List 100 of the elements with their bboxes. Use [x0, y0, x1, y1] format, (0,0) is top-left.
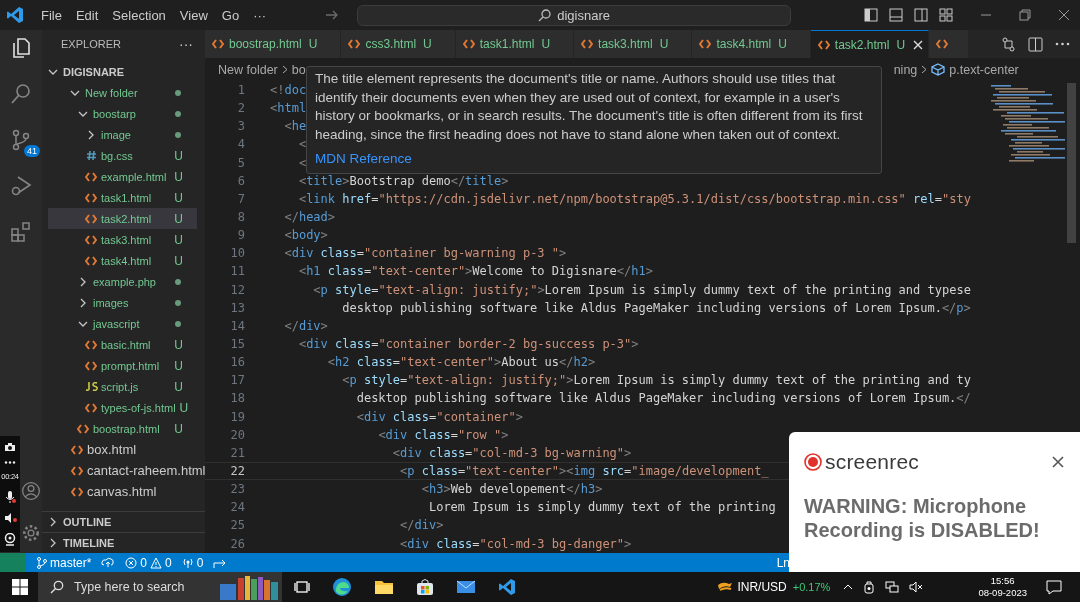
- code-line: <: [297, 155, 307, 170]
- git-status: U: [541, 37, 551, 51]
- command-center[interactable]: digisnare: [357, 4, 792, 26]
- ports-status[interactable]: 0: [181, 555, 204, 570]
- git-status: U: [174, 253, 183, 268]
- menu-item[interactable]: Go: [214, 7, 247, 23]
- tree-item[interactable]: cantact-raheem.html: [42, 460, 205, 481]
- git-status: U: [174, 337, 183, 352]
- code-line: desktop publishing software like Aldus PageMaker including versions of Lorem Ipsum.</p>: [341, 300, 971, 315]
- line-number: 10: [229, 246, 245, 261]
- tree-item[interactable]: boostarp: [48, 103, 197, 124]
- breadcrumb-item[interactable]: ning: [893, 62, 918, 77]
- code-line: <h1 class="text-center">Welcome to Digisnare</h1>: [297, 264, 653, 279]
- line-number: 1: [236, 83, 245, 98]
- tree-item[interactable]: bg.css U: [48, 145, 197, 166]
- line-number: 20: [229, 427, 245, 442]
- line-number: 17: [229, 373, 245, 388]
- editor-tab[interactable]: task1.html U: [455, 30, 575, 58]
- tree-item[interactable]: image: [48, 124, 197, 145]
- code-line: Lorem Ipsum is simply dummy text of the printing: [427, 500, 776, 515]
- count-badge: 41: [24, 145, 40, 157]
- breadcrumb-item[interactable]: New folder: [218, 62, 278, 77]
- tooltip-text: The title element represents the document's title or name. Authors should use titles that identify their documents even when they are used out of context, for example in a user's history or bookmarks, or in search results. The document's title is often different from its first heading, since the first heading does not have to stand alone when taken out of context.: [315, 70, 864, 144]
- line-number: 4: [236, 137, 245, 152]
- problems-status[interactable]: 0 0: [125, 555, 172, 570]
- menu-item[interactable]: Selection: [105, 7, 173, 23]
- git-status: U: [423, 37, 432, 51]
- tree-item[interactable]: DIGISNARE: [42, 61, 205, 82]
- brand-name: screenrec: [825, 450, 919, 474]
- tree-item[interactable]: box.html: [42, 439, 205, 460]
- breadcrumb-item[interactable]: bo: [291, 62, 306, 77]
- git-status: U: [174, 358, 183, 373]
- code-line: <div class="container bg-warning p-3 ">: [283, 246, 567, 261]
- menu-item[interactable]: File: [34, 7, 69, 23]
- git-status: U: [174, 379, 183, 394]
- git-status: U: [174, 190, 183, 205]
- section-header[interactable]: OUTLINE: [42, 511, 205, 532]
- code-line: <body>: [283, 228, 328, 243]
- tree-item[interactable]: New folder: [48, 82, 197, 103]
- tree-item[interactable]: example.html U: [48, 166, 197, 187]
- warning-message: WARNING: Microphone Recording is DISABLED!: [804, 494, 1041, 542]
- line-number: 21: [229, 445, 245, 460]
- tree-item[interactable]: task3.html U: [48, 229, 197, 250]
- menu-item[interactable]: View: [172, 7, 215, 23]
- code-line: <p style="text-align: justify;">Lorem Ipsum is simply dummy text of the printing and ty: [341, 373, 971, 388]
- menu-item[interactable]: ···: [246, 7, 274, 23]
- tree-item[interactable]: task2.html U: [48, 208, 197, 229]
- line-number: 24: [229, 500, 245, 515]
- git-status: U: [179, 400, 189, 415]
- tree-item[interactable]: example.php: [48, 271, 197, 292]
- branch-status[interactable]: master*: [36, 555, 92, 570]
- tree-item[interactable]: types-of-js.html U: [48, 397, 197, 418]
- code-line: <h3>Web developement</h3>: [420, 482, 603, 497]
- git-status: U: [174, 169, 183, 184]
- line-number: 16: [229, 355, 245, 370]
- tree-item[interactable]: script.js U: [48, 376, 197, 397]
- line-number: 13: [229, 300, 245, 315]
- code-line: <link href="https://cdn.jsdelivr.net/npm/bootstrap@5.3.1/dist/css/bootstrap.min.css" rel="sty: [297, 191, 971, 206]
- code-line: <div class="row ">: [377, 427, 509, 442]
- editor-tab[interactable]: task3.html U: [574, 30, 693, 58]
- tree-item[interactable]: images: [48, 292, 197, 313]
- editor-tab[interactable]: task2.html U: [810, 30, 930, 58]
- tree-item[interactable]: basic.html U: [48, 334, 197, 355]
- ticker-change: +0.17%: [792, 581, 831, 593]
- code-line: <html: [270, 101, 307, 116]
- menu-item[interactable]: Edit: [68, 7, 106, 23]
- tree-item[interactable]: boostrap.html U: [48, 418, 197, 439]
- cursor-position[interactable]: Ln: [776, 555, 790, 570]
- editor-tab[interactable]: css3.html U: [341, 30, 456, 58]
- git-status: U: [659, 37, 669, 51]
- code-line: <: [297, 137, 307, 152]
- tree-item[interactable]: javascript: [48, 313, 197, 334]
- line-number: 8: [236, 210, 245, 225]
- tree-item[interactable]: task4.html U: [48, 250, 197, 271]
- clock[interactable]: 15:56 08-09-2023: [978, 575, 1027, 599]
- git-status: U: [308, 37, 318, 51]
- code-line: </div>: [399, 518, 444, 533]
- code-line: <h2 class="text-center">About us</h2>: [326, 355, 596, 370]
- code-line: <div class="col-md-3 bg-danger">: [399, 536, 632, 551]
- taskbar-search-field[interactable]: Type here to search: [38, 572, 282, 602]
- breadcrumb-item[interactable]: p.text-center: [949, 62, 1019, 77]
- code-line: <p style="text-align: justify;">Lorem Ipsum is simply dummy text of the printing and typese: [312, 282, 971, 297]
- code-line: </div>: [283, 318, 328, 333]
- tree-item[interactable]: canvas.html: [42, 481, 205, 502]
- line-number: 22: [229, 464, 245, 478]
- git-status: U: [174, 211, 183, 226]
- editor-tab[interactable]: task4.html U: [692, 30, 811, 58]
- ticker-label[interactable]: INR/USD: [737, 580, 787, 594]
- reference-link[interactable]: MDN Reference: [315, 151, 412, 166]
- tree-item[interactable]: prompt.html U: [48, 355, 197, 376]
- editor-tab[interactable]: boostrap.html U: [205, 30, 342, 58]
- line-number: 19: [229, 409, 245, 424]
- code-line: <div class="container">: [355, 409, 523, 424]
- line-number: 3: [236, 119, 245, 134]
- line-number: 15: [229, 337, 245, 352]
- tree-item[interactable]: task1.html U: [48, 187, 197, 208]
- line-number: 12: [229, 282, 245, 297]
- line-number: 5: [236, 155, 245, 170]
- git-status: U: [174, 421, 183, 436]
- more-actions-button[interactable]: ···: [179, 36, 193, 52]
